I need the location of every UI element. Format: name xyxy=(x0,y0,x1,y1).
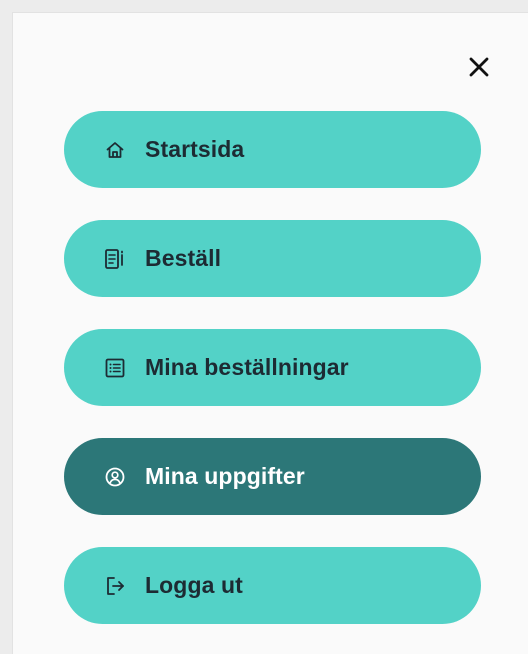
nav-item-label: Beställ xyxy=(145,245,222,271)
nav-item-mina-uppgifter[interactable]: Mina uppgifter xyxy=(64,438,481,515)
nav-item-mina-bestallningar[interactable]: Mina beställningar xyxy=(64,329,481,406)
nav-item-label: Mina uppgifter xyxy=(145,463,305,489)
nav-item-label: Mina beställningar xyxy=(145,354,349,380)
home-icon xyxy=(104,139,126,161)
nav-item-startsida[interactable]: Startsida xyxy=(64,111,481,188)
nav-item-label: Logga ut xyxy=(145,572,243,598)
list-icon xyxy=(104,357,126,379)
logout-icon xyxy=(104,575,126,597)
navigation-menu-panel: Startsida Beställ Mina beställningar Min… xyxy=(12,12,528,654)
nav-item-label: Startsida xyxy=(145,136,245,162)
close-icon xyxy=(469,57,489,77)
order-form-icon xyxy=(104,248,126,270)
nav-item-logga-ut[interactable]: Logga ut xyxy=(64,547,481,624)
user-icon xyxy=(104,466,126,488)
nav-item-bestall[interactable]: Beställ xyxy=(64,220,481,297)
close-button[interactable] xyxy=(461,49,497,85)
